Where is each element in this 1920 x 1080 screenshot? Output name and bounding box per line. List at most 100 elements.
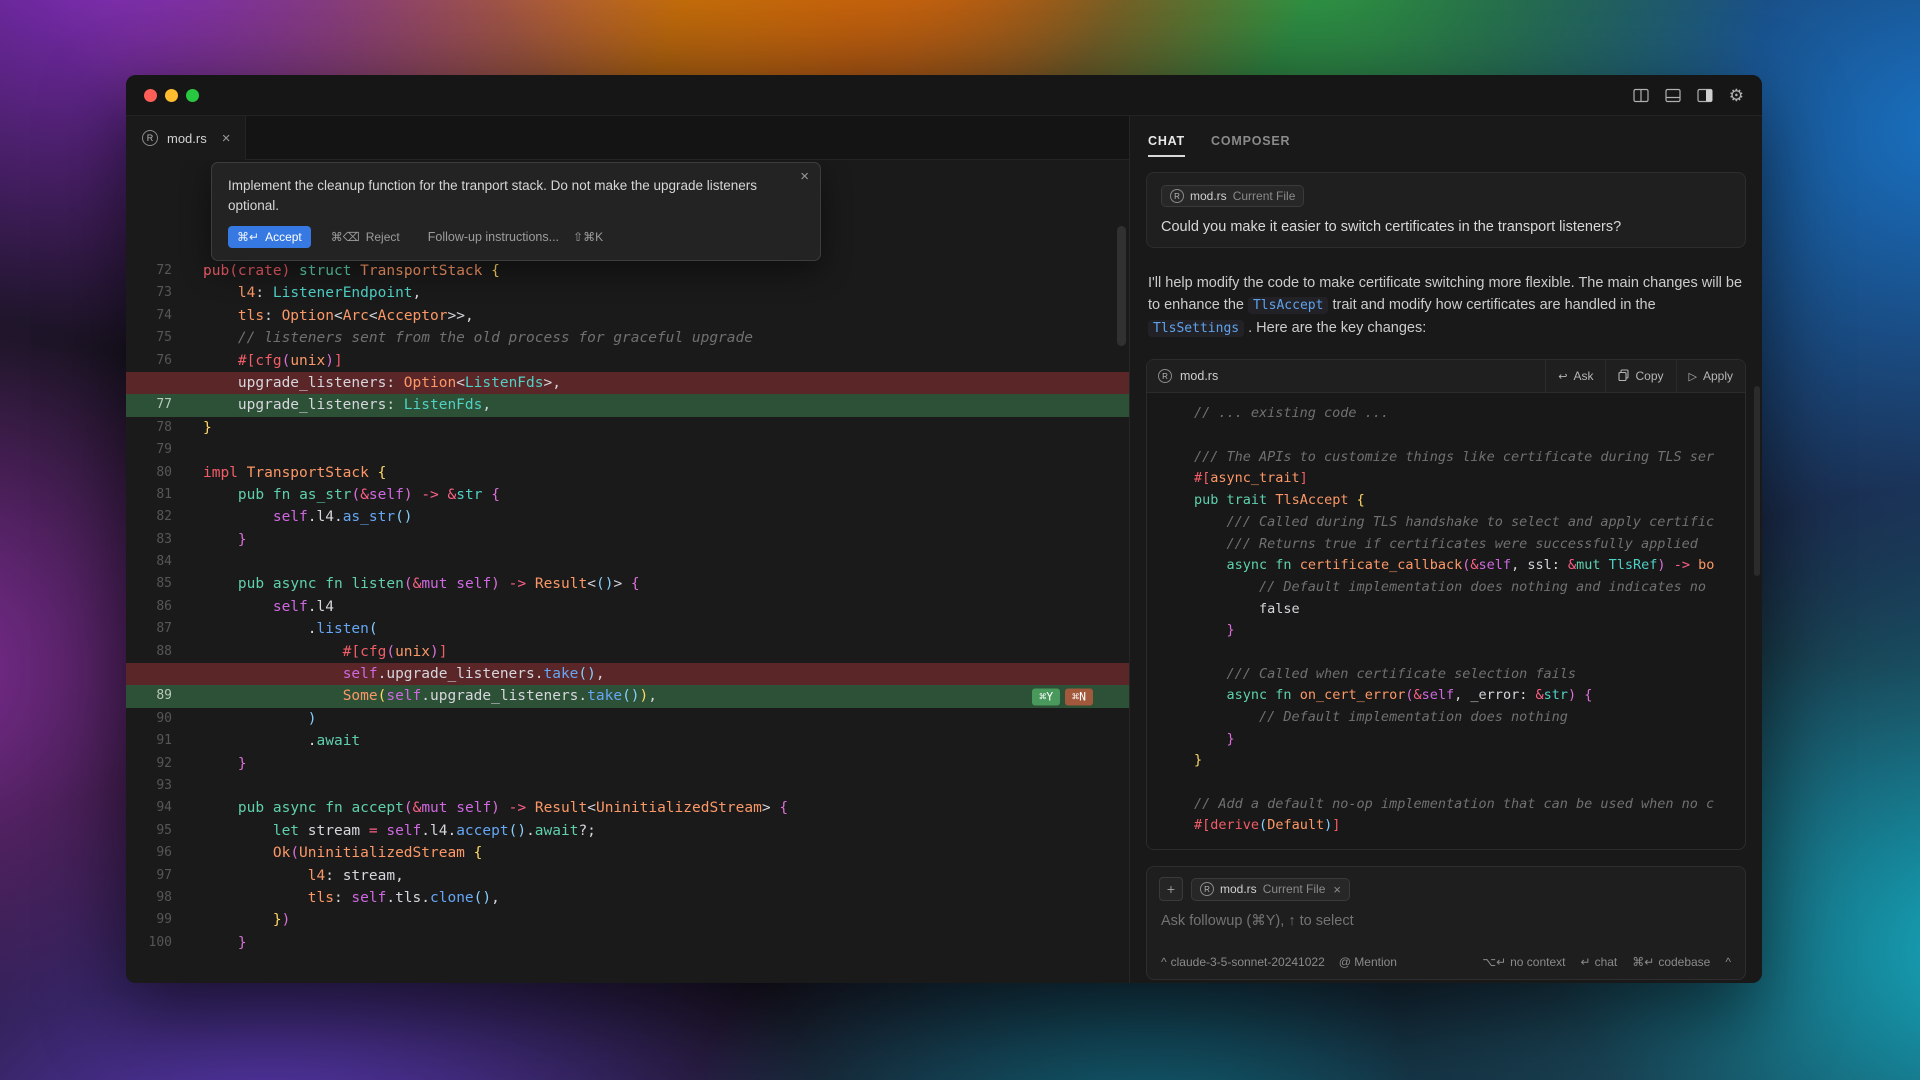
- code-line[interactable]: 89 Some(self.upgrade_listeners.take()),⌘…: [126, 685, 1129, 707]
- code-line[interactable]: 85 pub async fn listen(&mut self) -> Res…: [126, 573, 1129, 595]
- followup-input[interactable]: Ask followup (⌘Y), ↑ to select: [1161, 913, 1731, 929]
- code-line[interactable]: [1163, 642, 1745, 664]
- code-line[interactable]: /// Returns true if certificates were su…: [1163, 534, 1745, 556]
- toggle-right-sidebar-icon[interactable]: [1697, 88, 1713, 103]
- ask-label: Ask: [1573, 369, 1593, 383]
- toggle-panel-icon[interactable]: [1665, 88, 1681, 103]
- code-line[interactable]: 75 // listeners sent from the old proces…: [126, 327, 1129, 349]
- code-line[interactable]: 93: [126, 775, 1129, 797]
- code-line[interactable]: 86 self.l4: [126, 596, 1129, 618]
- ask-button[interactable]: ↩ Ask: [1545, 360, 1605, 392]
- code-line[interactable]: false: [1163, 599, 1745, 621]
- tab-chat[interactable]: CHAT: [1148, 134, 1185, 157]
- code-line[interactable]: }: [1163, 620, 1745, 642]
- code-line[interactable]: 83 }: [126, 529, 1129, 551]
- code-line[interactable]: async fn certificate_callback(&self, ssl…: [1163, 555, 1745, 577]
- code-line[interactable]: /// Called when certificate selection fa…: [1163, 664, 1745, 686]
- tab-mod-rs[interactable]: R mod.rs ×: [126, 116, 246, 160]
- shortcut-keys: ⌥↵: [1482, 955, 1506, 969]
- code-line[interactable]: 99 }): [126, 909, 1129, 931]
- copy-label: Copy: [1635, 369, 1663, 383]
- chat-code-block: R mod.rs ↩ Ask Copy ▷ A: [1146, 359, 1746, 850]
- code-line[interactable]: #[derive(Default)]: [1163, 815, 1745, 837]
- code-line[interactable]: // Default implementation does nothing a…: [1163, 577, 1745, 599]
- zoom-window-button[interactable]: [186, 89, 199, 102]
- codebase-shortcut[interactable]: ⌘↵ codebase: [1632, 955, 1710, 969]
- code-line[interactable]: }: [1163, 729, 1745, 751]
- chip-filename: mod.rs: [1220, 882, 1257, 896]
- code-line[interactable]: 98 tls: self.tls.clone(),: [126, 887, 1129, 909]
- prompt-text: Implement the cleanup function for the t…: [228, 176, 804, 215]
- chat-shortcut[interactable]: ↵ chat: [1581, 955, 1618, 969]
- code-line[interactable]: 72pub(crate) struct TransportStack {: [126, 260, 1129, 282]
- code-line[interactable]: 91 .await: [126, 730, 1129, 752]
- mention-button[interactable]: @ Mention: [1339, 955, 1397, 969]
- code-line[interactable]: async fn on_cert_error(&self, _error: &s…: [1163, 685, 1745, 707]
- code-line[interactable]: pub trait TlsAccept {: [1163, 490, 1745, 512]
- code-line[interactable]: 97 l4: stream,: [126, 865, 1129, 887]
- model-selector[interactable]: ^ claude-3-5-sonnet-20241022: [1161, 955, 1325, 969]
- tab-close-icon[interactable]: ×: [222, 130, 231, 147]
- code-line[interactable]: /// The APIs to customize things like ce…: [1163, 447, 1745, 469]
- minimize-window-button[interactable]: [165, 89, 178, 102]
- code-line[interactable]: 96 Ok(UninitializedStream {: [126, 842, 1129, 864]
- tab-composer[interactable]: COMPOSER: [1211, 134, 1290, 157]
- code-line[interactable]: 76 #[cfg(unix)]: [126, 350, 1129, 372]
- code-line[interactable]: self.upgrade_listeners.take(),: [126, 663, 1129, 685]
- no-context-shortcut[interactable]: ⌥↵ no context: [1482, 955, 1565, 969]
- code-line[interactable]: 92 }: [126, 753, 1129, 775]
- reject-button[interactable]: ⌘⌫ Reject: [325, 229, 406, 245]
- settings-gear-icon[interactable]: ⚙: [1729, 87, 1744, 104]
- code-line[interactable]: 90 ): [126, 708, 1129, 730]
- copy-button[interactable]: Copy: [1605, 360, 1675, 392]
- code-line[interactable]: }: [1163, 750, 1745, 772]
- code-line[interactable]: 73 l4: ListenerEndpoint,: [126, 282, 1129, 304]
- inline-code: TlsSettings: [1148, 320, 1244, 337]
- code-line[interactable]: 80impl TransportStack {: [126, 462, 1129, 484]
- code-line[interactable]: 95 let stream = self.l4.accept().await?;: [126, 820, 1129, 842]
- code-line[interactable]: 84: [126, 551, 1129, 573]
- followup-instructions-input[interactable]: Follow-up instructions...: [428, 230, 559, 244]
- chip-filename: mod.rs: [1190, 189, 1227, 203]
- split-editor-icon[interactable]: [1633, 88, 1649, 103]
- code-editor[interactable]: 72pub(crate) struct TransportStack {73 l…: [126, 160, 1129, 954]
- prompt-close-icon[interactable]: ×: [800, 168, 809, 185]
- code-line[interactable]: 78}: [126, 417, 1129, 439]
- input-context-chip[interactable]: R mod.rs Current File ×: [1191, 878, 1350, 901]
- expand-caret-icon[interactable]: ^: [1725, 955, 1731, 969]
- code-line[interactable]: 74 tls: Option<Arc<Acceptor>>,: [126, 305, 1129, 327]
- inline-edit-prompt: × Implement the cleanup function for the…: [211, 162, 821, 261]
- chat-scrollbar[interactable]: [1754, 386, 1760, 576]
- code-line[interactable]: 82 self.l4.as_str(): [126, 506, 1129, 528]
- code-line[interactable]: 100 }: [126, 932, 1129, 954]
- close-window-button[interactable]: [144, 89, 157, 102]
- code-line[interactable]: 87 .listen(: [126, 618, 1129, 640]
- context-chip[interactable]: R mod.rs Current File: [1161, 185, 1304, 207]
- accept-diff-badge[interactable]: ⌘Y: [1032, 688, 1060, 705]
- code-line[interactable]: 81 pub fn as_str(&self) -> &str {: [126, 484, 1129, 506]
- editor-scrollbar[interactable]: [1117, 226, 1126, 346]
- code-line[interactable]: 88 #[cfg(unix)]: [126, 641, 1129, 663]
- code-line[interactable]: 94 pub async fn accept(&mut self) -> Res…: [126, 797, 1129, 819]
- apply-button[interactable]: ▷ Apply: [1676, 360, 1746, 392]
- accept-button[interactable]: ⌘↵ Accept: [228, 226, 311, 248]
- code-line[interactable]: // Default implementation does nothing: [1163, 707, 1745, 729]
- code-block-body[interactable]: // ... existing code ... /// The APIs to …: [1147, 393, 1745, 849]
- reject-diff-badge[interactable]: ⌘N: [1065, 688, 1093, 705]
- chip-tag: Current File: [1263, 882, 1326, 896]
- ask-icon: ↩: [1558, 370, 1567, 383]
- code-line[interactable]: // Add a default no-op implementation th…: [1163, 794, 1745, 816]
- code-line[interactable]: 79: [126, 439, 1129, 461]
- code-line[interactable]: 77 upgrade_listeners: ListenFds,: [126, 394, 1129, 416]
- code-line[interactable]: [1163, 772, 1745, 794]
- code-line[interactable]: #[async_trait]: [1163, 468, 1745, 490]
- code-line[interactable]: [1163, 425, 1745, 447]
- code-line[interactable]: upgrade_listeners: Option<ListenFds>,: [126, 372, 1129, 394]
- chip-close-icon[interactable]: ×: [1333, 882, 1341, 897]
- add-context-button[interactable]: +: [1159, 877, 1183, 901]
- code-line[interactable]: /// Called during TLS handshake to selec…: [1163, 512, 1745, 534]
- code-line[interactable]: // ... existing code ...: [1163, 403, 1745, 425]
- user-message-card: R mod.rs Current File Could you make it …: [1146, 172, 1746, 248]
- rust-icon: R: [1200, 882, 1214, 896]
- rust-icon: R: [142, 130, 158, 146]
